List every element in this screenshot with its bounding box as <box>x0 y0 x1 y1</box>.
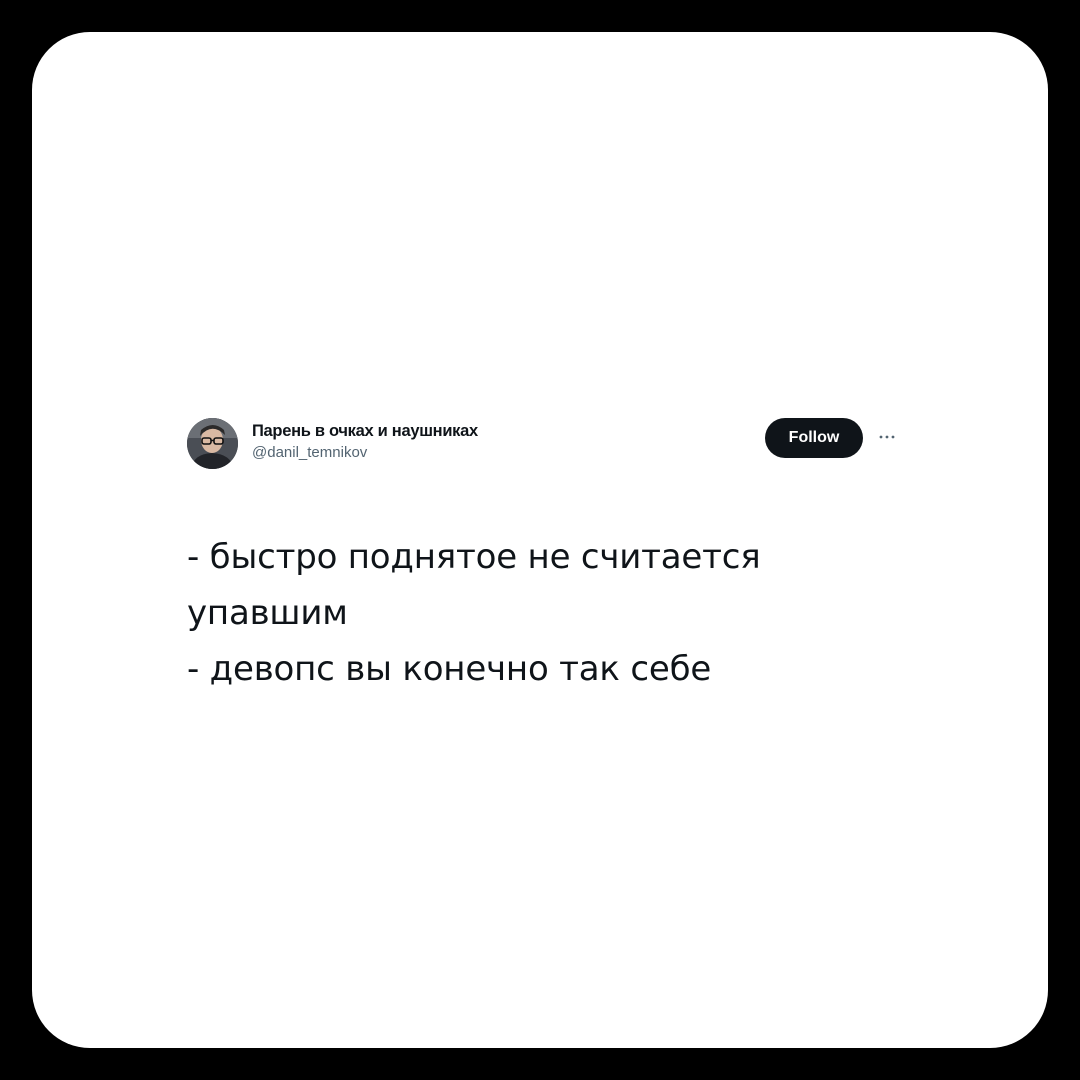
avatar[interactable] <box>187 418 238 469</box>
tweet: Парень в очках и наушниках @danil_temnik… <box>187 417 907 689</box>
tweet-header: Парень в очках и наушниках @danil_temnik… <box>187 417 907 471</box>
user-avatar-icon <box>187 418 238 469</box>
ellipsis-icon[interactable] <box>875 425 899 449</box>
tweet-text: - быстро поднятое не считается упавшим -… <box>187 529 907 697</box>
author-handle[interactable]: @danil_temnikov <box>252 443 478 463</box>
tweet-text-line: упавшим <box>187 593 348 633</box>
author-display-name[interactable]: Парень в очках и наушниках <box>252 421 478 441</box>
tweet-card: Парень в очках и наушниках @danil_temnik… <box>32 32 1048 1048</box>
author-names: Парень в очках и наушниках @danil_temnik… <box>252 421 478 463</box>
follow-button[interactable]: Follow <box>765 418 863 458</box>
tweet-text-line: - быстро поднятое не считается <box>187 537 761 577</box>
tweet-text-line: - девопс вы конечно так себе <box>187 649 712 689</box>
